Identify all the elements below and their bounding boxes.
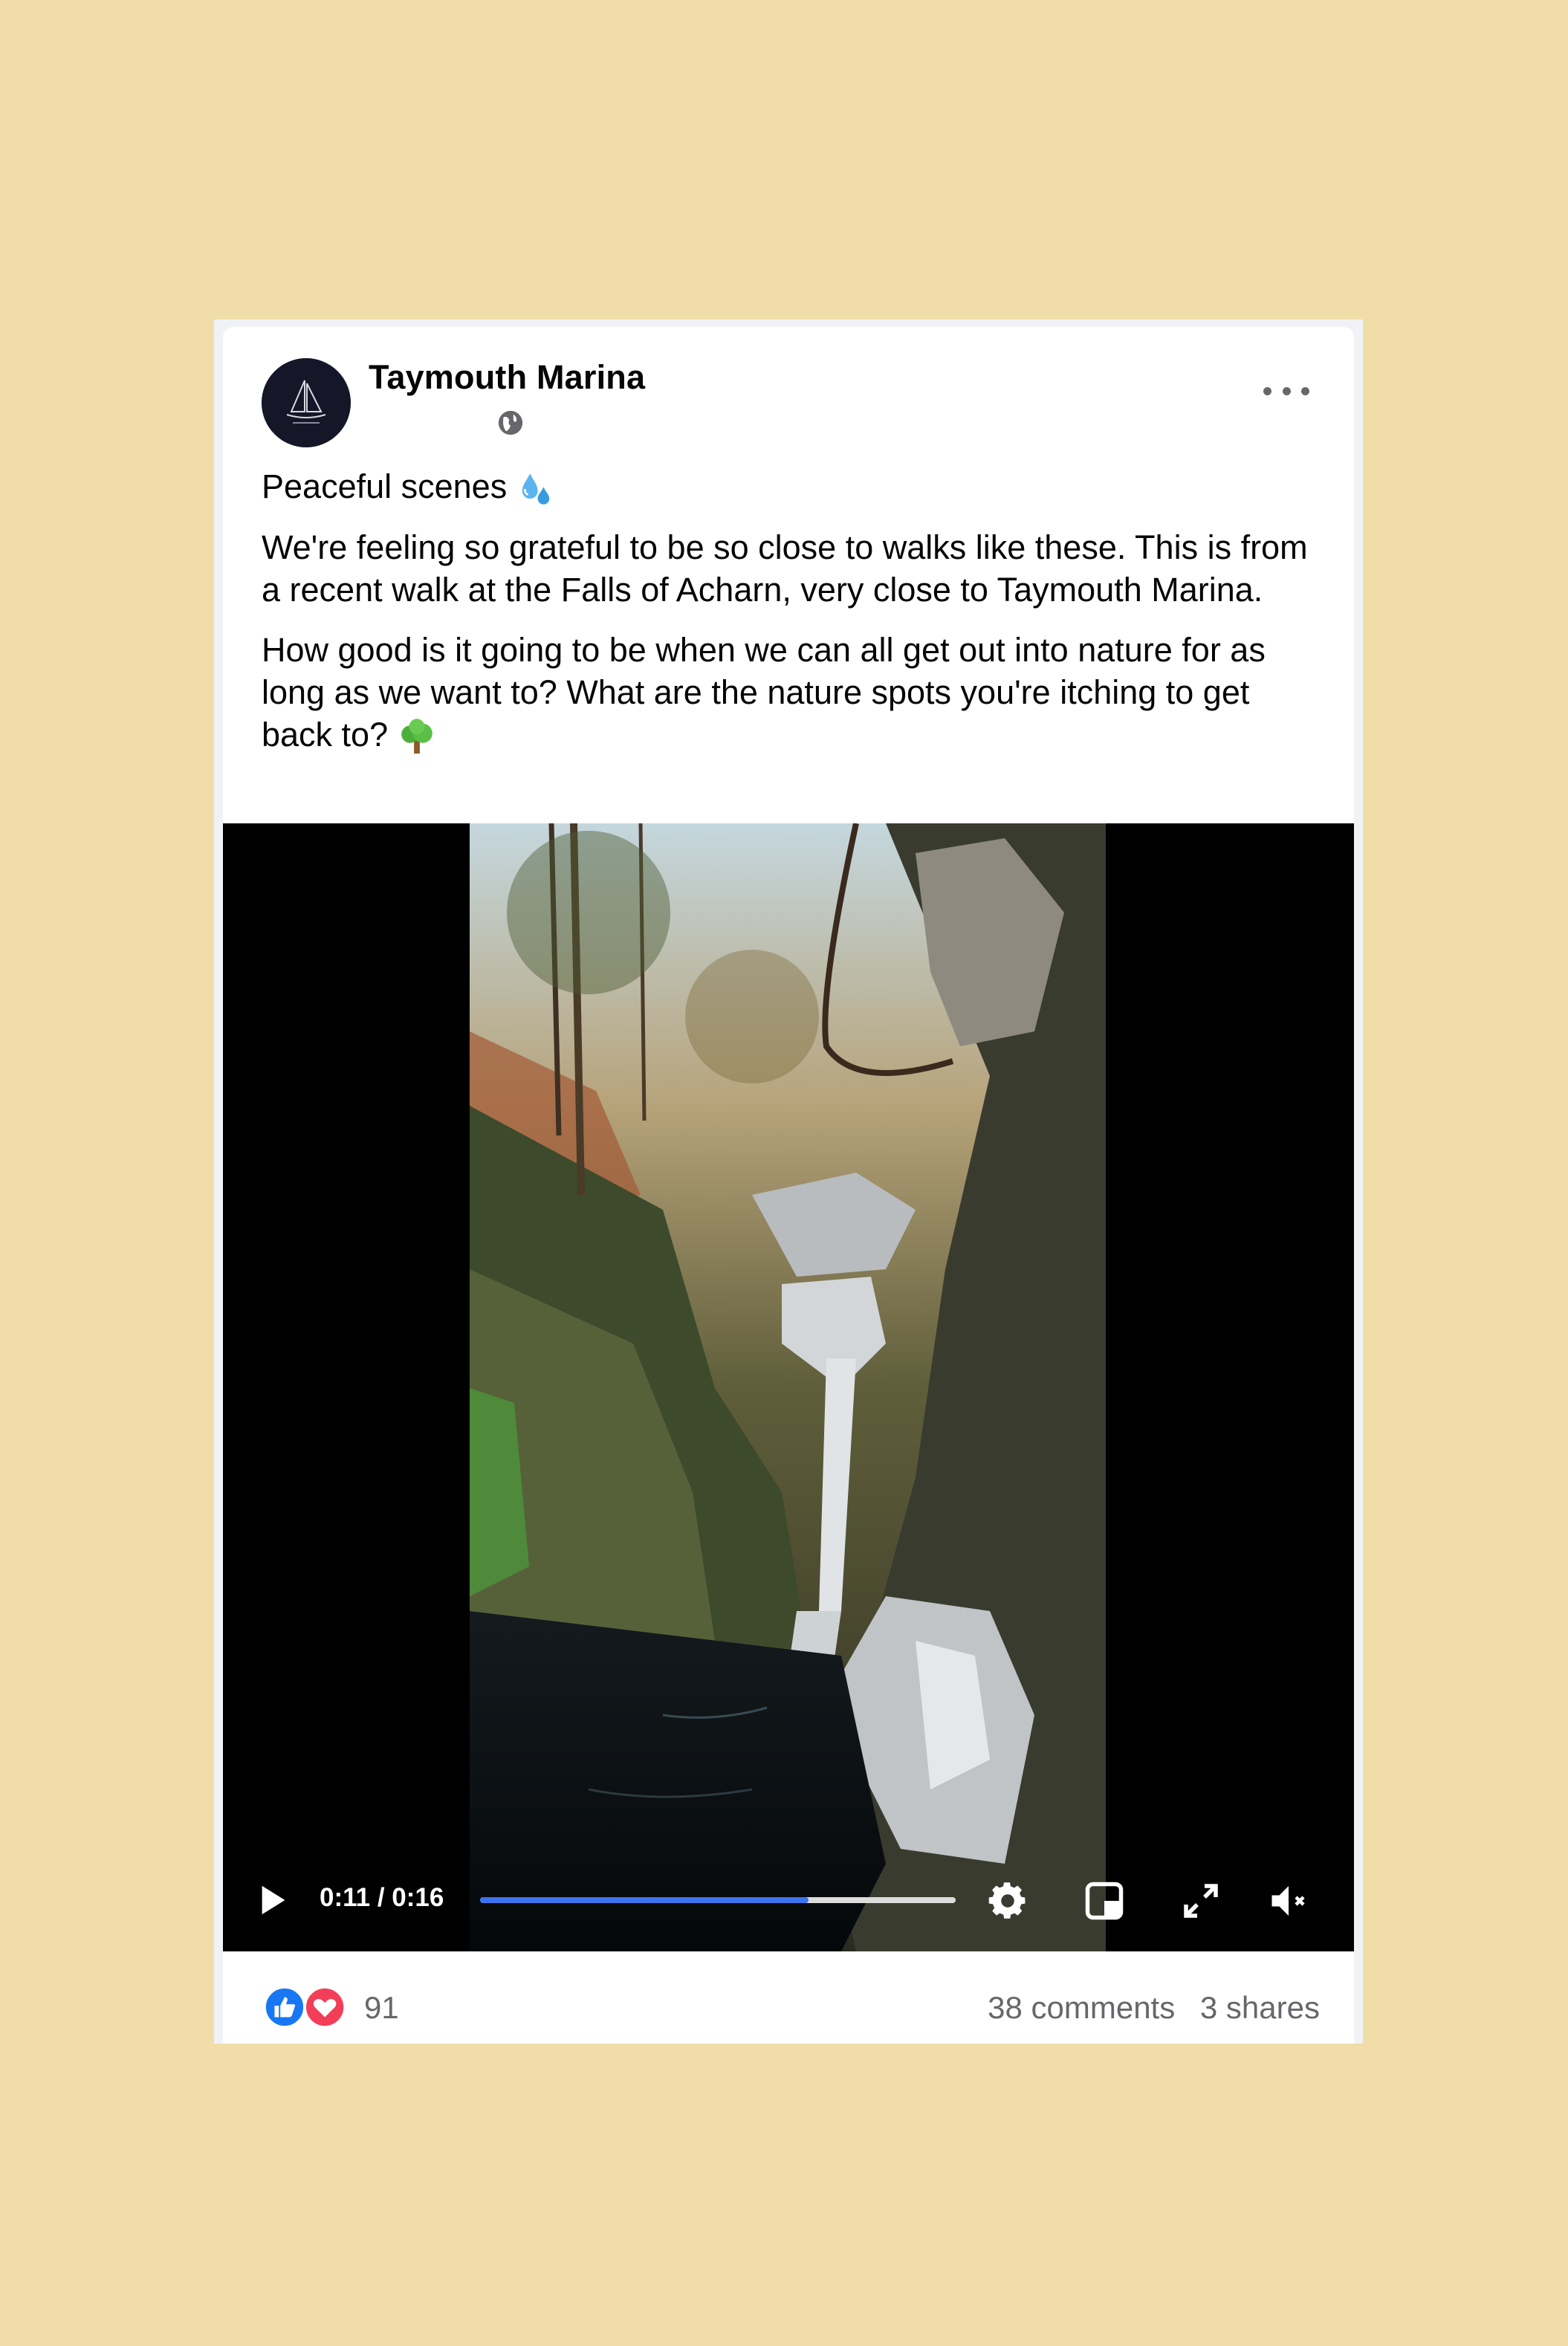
waterfall-video-image: [470, 823, 1106, 1951]
ellipsis-dot: [1301, 386, 1309, 395]
more-options-button[interactable]: [1263, 376, 1309, 406]
post-paragraph-2: We're feeling so grateful to be so close…: [262, 528, 1308, 609]
tree-emoji: [401, 719, 433, 754]
fullscreen-icon[interactable]: [1179, 1879, 1223, 1923]
globe-icon[interactable]: [496, 409, 525, 437]
shares-link[interactable]: 3 shares: [1200, 1990, 1320, 2025]
post-paragraph-3: How good is it going to be when we can a…: [262, 629, 1324, 756]
reaction-count[interactable]: 91: [364, 1990, 399, 2026]
ellipsis-dot: [1263, 386, 1271, 395]
sweat-droplets-emoji: [522, 473, 549, 505]
muted-icon[interactable]: [1266, 1879, 1311, 1923]
page-avatar[interactable]: [262, 358, 351, 447]
video-controls: 0:11 / 0:16: [223, 1864, 1354, 1931]
video-progress-fill: [480, 1897, 809, 1903]
video-player[interactable]: 0:11 / 0:16: [223, 823, 1354, 1951]
post-footer: 91 38 comments 3 shares: [223, 1951, 1354, 2044]
video-progress-bar[interactable]: [480, 1897, 956, 1903]
settings-icon[interactable]: [985, 1879, 1030, 1923]
play-icon[interactable]: [259, 1883, 288, 1917]
engagement-stats: 38 comments 3 shares: [971, 1990, 1320, 2026]
page-name[interactable]: Taymouth Marina: [369, 358, 645, 397]
video-frame: [470, 823, 1106, 1951]
reaction-icons[interactable]: [262, 1986, 351, 2029]
video-time: 0:11 / 0:16: [320, 1883, 444, 1912]
picture-in-picture-icon[interactable]: [1082, 1879, 1127, 1923]
facebook-post: Taymouth Marina Peaceful scenes We're fe…: [223, 327, 1354, 2044]
ellipsis-dot: [1282, 386, 1291, 395]
post-header: Taymouth Marina: [223, 327, 1354, 453]
post-card-frame: Taymouth Marina Peaceful scenes We're fe…: [214, 320, 1363, 2044]
sailboat-logo-icon: [262, 358, 351, 447]
post-paragraph-1: Peaceful scenes: [262, 465, 1324, 508]
post-paragraph-1-text: Peaceful scenes: [262, 467, 508, 505]
post-text: Peaceful scenes We're feeling so gratefu…: [262, 465, 1324, 774]
comments-link[interactable]: 38 comments: [988, 1990, 1175, 2025]
